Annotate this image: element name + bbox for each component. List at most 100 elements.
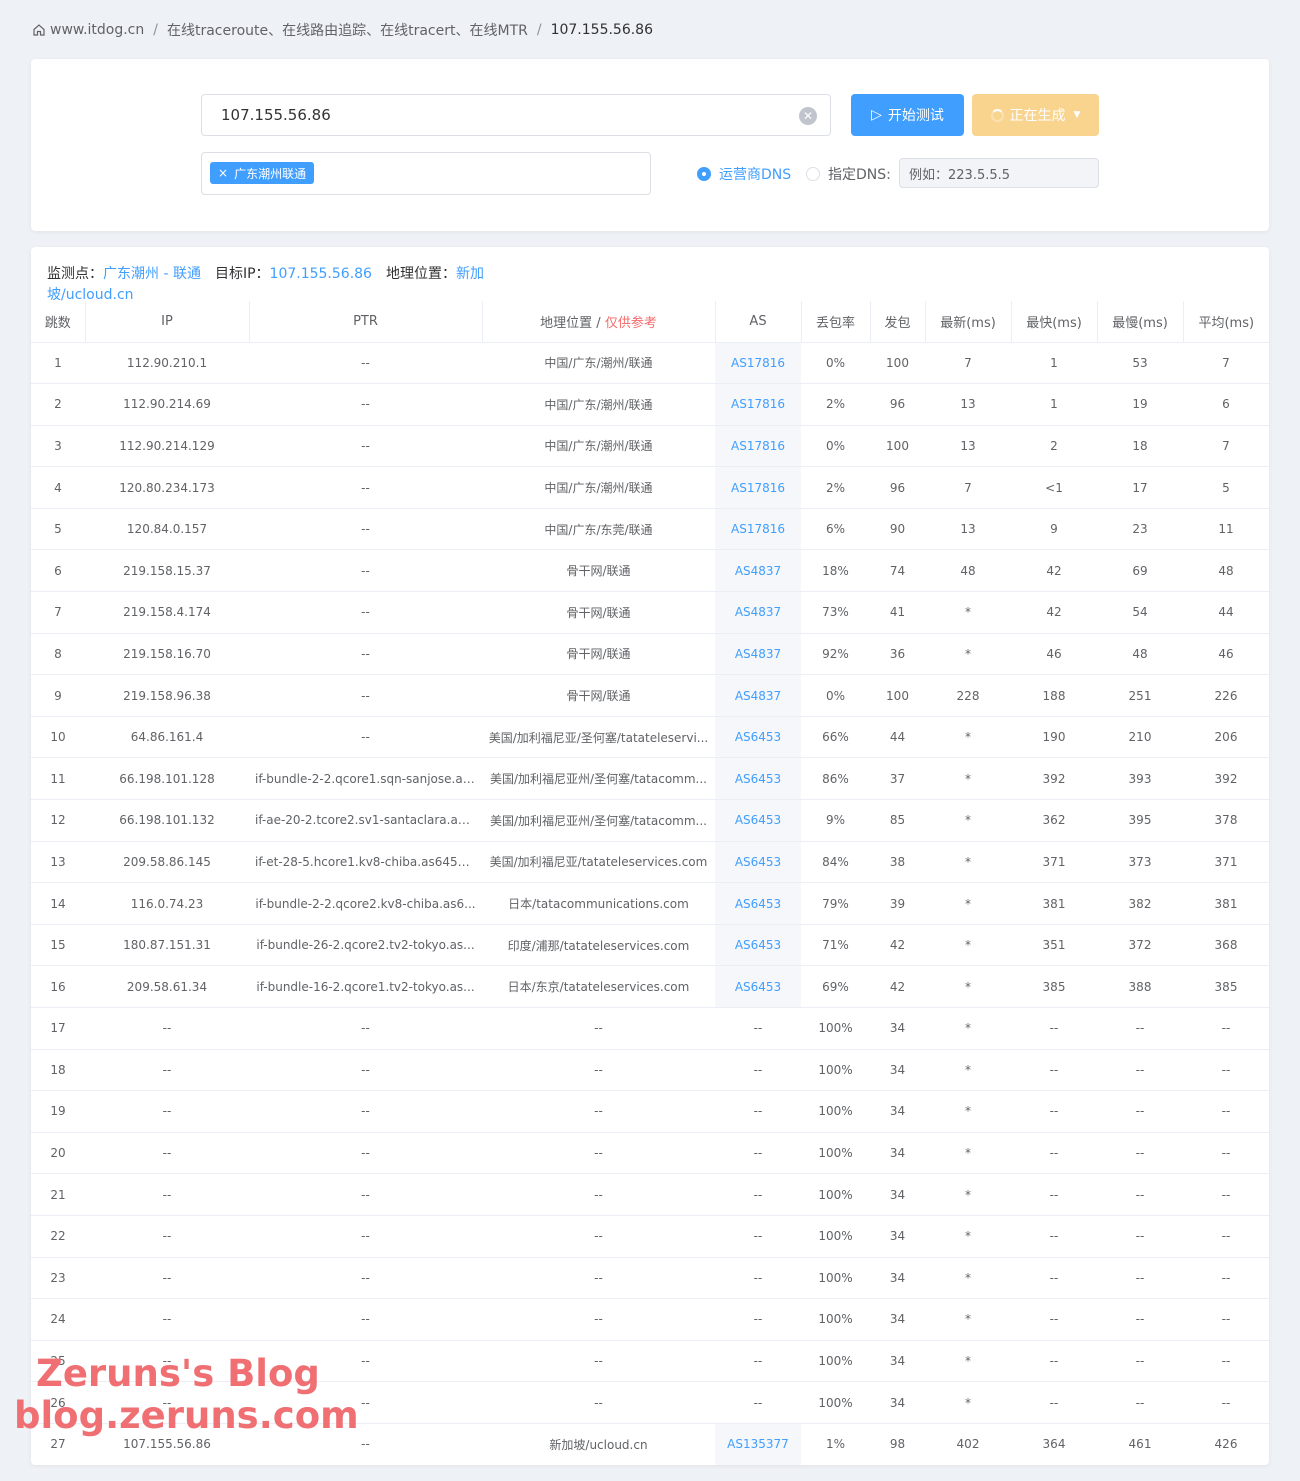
cell-as[interactable]: AS4837	[715, 633, 801, 676]
cell-worst: 53	[1097, 342, 1183, 385]
custom-dns-input[interactable]: 例如：223.5.5.5	[899, 158, 1099, 188]
cell-avg: --	[1183, 1173, 1269, 1216]
cell-ip: --	[85, 1090, 249, 1133]
breadcrumb-separator: /	[536, 22, 542, 38]
cell-avg: 378	[1183, 799, 1269, 842]
cell-last: *	[925, 1340, 1011, 1383]
generating-button[interactable]: 正在生成 ▼	[972, 94, 1099, 136]
cell-as[interactable]: AS17816	[715, 383, 801, 426]
cell-ptr: if-bundle-2-2.qcore1.sqn-sanjose.as...	[249, 757, 482, 801]
cell-hop: 4	[31, 466, 85, 509]
cell-hop: 27	[31, 1423, 85, 1465]
cell-best: --	[1011, 1007, 1097, 1050]
cell-geo: 美国/加利福尼亚/圣何塞/tatateleservi...	[482, 716, 715, 759]
cell-last: *	[925, 1381, 1011, 1424]
cell-as[interactable]: AS4837	[715, 591, 801, 634]
cell-as[interactable]: AS17816	[715, 508, 801, 551]
cell-avg: 48	[1183, 549, 1269, 593]
cell-best: 190	[1011, 716, 1097, 759]
cell-worst: --	[1097, 1132, 1183, 1175]
cell-as: --	[715, 1257, 801, 1300]
breadcrumb-home-link[interactable]: www.itdog.cn	[50, 22, 144, 38]
cell-as[interactable]: AS6453	[715, 716, 801, 759]
cell-ip: 209.58.86.145	[85, 841, 249, 884]
cell-best: <1	[1011, 466, 1097, 509]
dns-isp-label: 运营商DNS	[719, 167, 792, 183]
cell-as[interactable]: AS17816	[715, 425, 801, 468]
node-tag: × 广东潮州联通	[210, 162, 315, 184]
cell-as[interactable]: AS17816	[715, 342, 801, 385]
cell-as[interactable]: AS17816	[715, 466, 801, 509]
cell-as[interactable]: AS6453	[715, 757, 801, 801]
cell-as: --	[715, 1340, 801, 1383]
cell-best: 364	[1011, 1423, 1097, 1465]
dns-custom-radio[interactable]: 指定DNS:	[806, 164, 891, 184]
col-geo-note: 仅供参考	[604, 315, 657, 331]
cell-as[interactable]: AS6453	[715, 799, 801, 842]
cell-hop: 10	[31, 716, 85, 759]
cell-ptr: --	[249, 549, 482, 593]
clear-icon[interactable]: ✕	[799, 107, 817, 125]
cell-as[interactable]: AS4837	[715, 549, 801, 593]
table-row: 19 -- -- -- -- 100% 34 * -- -- --	[31, 1090, 1269, 1133]
cell-avg: 426	[1183, 1423, 1269, 1465]
cell-sent: 37	[870, 757, 925, 801]
cell-ip: --	[85, 1298, 249, 1341]
cell-worst: --	[1097, 1340, 1183, 1383]
cell-hop: 14	[31, 882, 85, 925]
cell-sent: 34	[870, 1007, 925, 1050]
cell-geo: --	[482, 1340, 715, 1383]
cell-ptr: --	[249, 1340, 482, 1383]
cell-loss: 100%	[801, 1257, 870, 1300]
cell-as[interactable]: AS4837	[715, 674, 801, 717]
cell-geo: 中国/广东/潮州/联通	[482, 466, 715, 509]
cell-sent: 90	[870, 508, 925, 551]
cell-best: 362	[1011, 799, 1097, 842]
target-input[interactable]: 107.155.56.86 ✕	[201, 94, 831, 136]
cell-worst: 388	[1097, 965, 1183, 1008]
cell-worst: 17	[1097, 466, 1183, 509]
table-row: 16 209.58.61.34 if-bundle-16-2.qcore1.tv2-…	[31, 965, 1269, 1008]
cell-loss: 1%	[801, 1423, 870, 1465]
node-select[interactable]: × 广东潮州联通	[201, 152, 651, 195]
cell-sent: 34	[870, 1257, 925, 1300]
col-worst: 最慢(ms)	[1097, 301, 1184, 343]
cell-avg: 381	[1183, 882, 1269, 925]
cell-geo: 中国/广东/潮州/联通	[482, 342, 715, 385]
cell-as[interactable]: AS6453	[715, 924, 801, 967]
start-test-button[interactable]: ▷ 开始测试	[851, 94, 964, 136]
cell-loss: 9%	[801, 799, 870, 842]
tag-close-icon[interactable]: ×	[218, 166, 228, 180]
cell-avg: --	[1183, 1381, 1269, 1424]
cell-best: 42	[1011, 591, 1097, 634]
dns-isp-radio[interactable]: 运营商DNS	[697, 164, 791, 184]
cell-as[interactable]: AS135377	[715, 1423, 801, 1465]
cell-hop: 17	[31, 1007, 85, 1050]
cell-worst: 19	[1097, 383, 1183, 426]
cell-last: *	[925, 757, 1011, 801]
table-row: 13 209.58.86.145 if-et-28-5.hcore1.kv8-chi…	[31, 841, 1269, 884]
cell-sent: 34	[870, 1381, 925, 1424]
cell-ptr: --	[249, 1090, 482, 1133]
col-sent: 发包	[870, 301, 926, 343]
cell-loss: 71%	[801, 924, 870, 967]
cell-hop: 3	[31, 425, 85, 468]
table-row: 24 -- -- -- -- 100% 34 * -- -- --	[31, 1298, 1269, 1341]
cell-as[interactable]: AS6453	[715, 841, 801, 884]
cell-sent: 34	[870, 1215, 925, 1258]
cell-ip: --	[85, 1173, 249, 1216]
loading-spinner-icon	[990, 108, 1004, 122]
cell-best: 392	[1011, 757, 1097, 801]
start-test-label: 开始测试	[887, 108, 944, 124]
cell-avg: --	[1183, 1049, 1269, 1092]
cell-ip: --	[85, 1257, 249, 1300]
cell-sent: 39	[870, 882, 925, 925]
breadcrumb-section-link[interactable]: 在线traceroute、在线路由追踪、在线tracert、在线MTR	[167, 20, 528, 40]
cell-hop: 20	[31, 1132, 85, 1175]
cell-worst: 23	[1097, 508, 1183, 551]
cell-as[interactable]: AS6453	[715, 882, 801, 925]
cell-as[interactable]: AS6453	[715, 965, 801, 1008]
cell-loss: 79%	[801, 882, 870, 925]
query-form-card: 107.155.56.86 ✕ ▷ 开始测试 正在生成 ▼ × 广东潮州联通 运…	[31, 59, 1269, 231]
cell-loss: 66%	[801, 716, 870, 759]
